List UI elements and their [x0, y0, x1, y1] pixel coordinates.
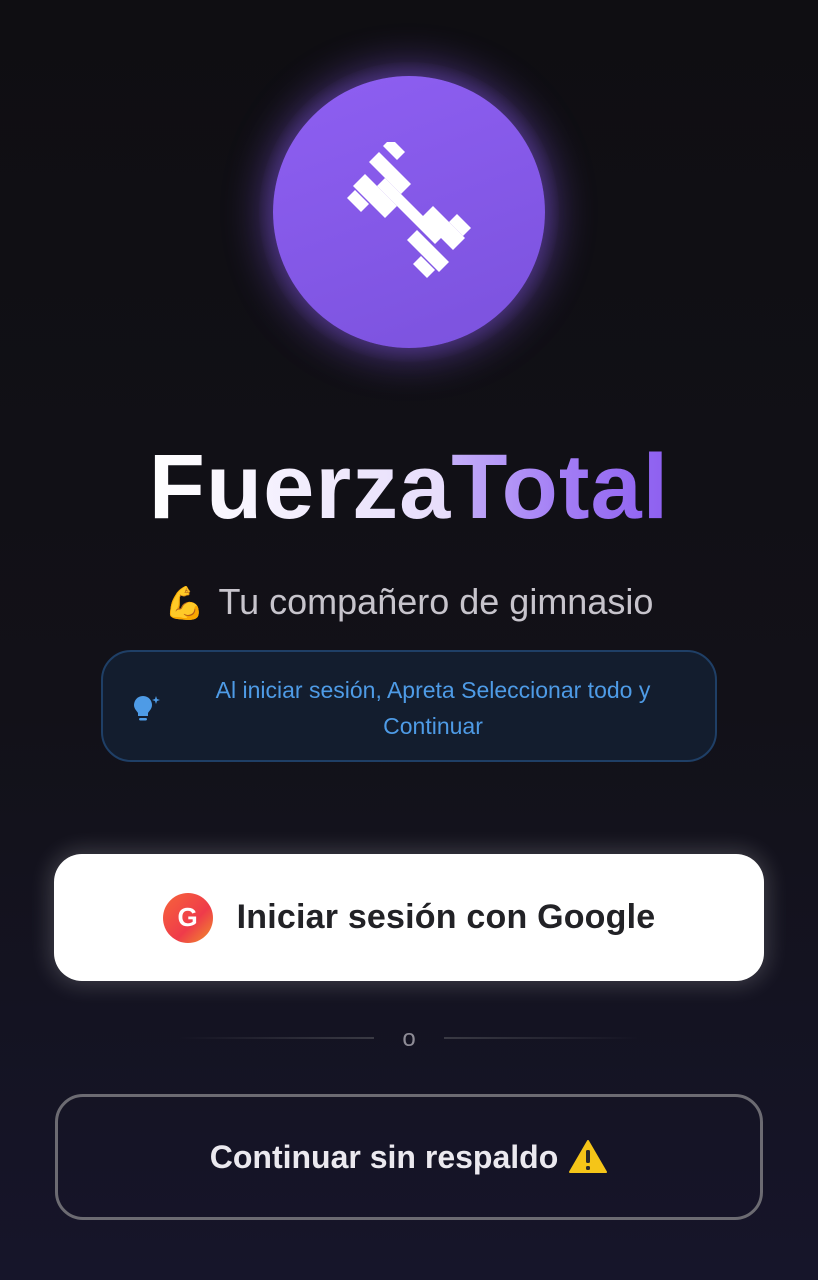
- lightbulb-icon: [134, 696, 160, 721]
- divider-line-left: [180, 1037, 374, 1039]
- continue-without-backup-button[interactable]: Continuar sin respaldo: [55, 1094, 763, 1220]
- app-title: FuerzaTotal: [0, 432, 818, 542]
- app-title-part1: Fuerza: [148, 436, 452, 538]
- login-hint-box: Al iniciar sesión, Apreta Seleccionar to…: [101, 650, 717, 762]
- google-icon: G: [162, 892, 213, 943]
- continue-without-backup-label: Continuar sin respaldo: [209, 1138, 559, 1175]
- warning-icon: [569, 1140, 608, 1173]
- flexed-biceps-icon: 💪: [164, 585, 205, 621]
- google-signin-label: Iniciar sesión con Google: [236, 898, 656, 936]
- divider-line-right: [444, 1037, 638, 1039]
- divider-label: o: [402, 1025, 416, 1052]
- app-tagline: 💪 Tu compañero de gimnasio: [0, 578, 818, 627]
- login-screen: FuerzaTotal 💪 Tu compañero de gimnasio Al…: [0, 0, 818, 1280]
- app-logo: [273, 76, 545, 348]
- tagline-text: Tu compañero de gimnasio: [218, 581, 654, 622]
- or-divider: o: [0, 1022, 818, 1056]
- login-hint-text: Al iniciar sesión, Apreta Seleccionar to…: [215, 677, 651, 739]
- dumbbell-icon: [347, 142, 471, 278]
- app-title-part2: Total: [451, 436, 670, 538]
- google-signin-button[interactable]: G Iniciar sesión con Google: [54, 854, 764, 981]
